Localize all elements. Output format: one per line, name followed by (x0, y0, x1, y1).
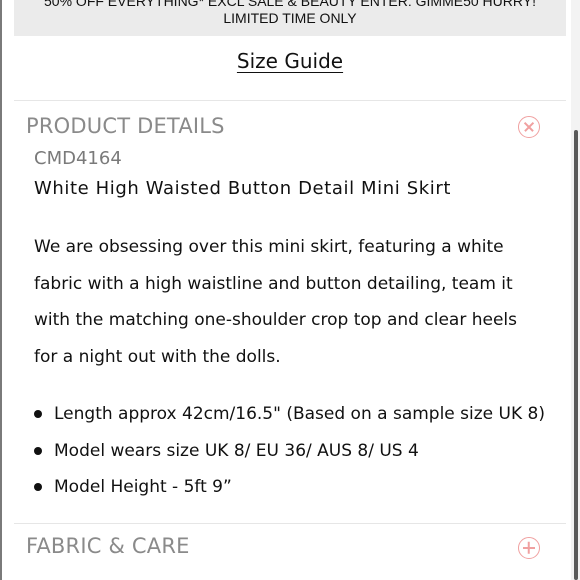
list-item: Model wears size UK 8/ EU 36/ AUS 8/ US … (34, 433, 545, 470)
bullet-text: Model Height - 5ft 9” (54, 477, 232, 497)
bullet-dot-icon (34, 446, 42, 455)
divider (14, 523, 566, 524)
list-item: Length approx 42cm/16.5" (Based on a sam… (34, 396, 545, 433)
product-bullet-list: Length approx 42cm/16.5" (Based on a sam… (34, 396, 545, 506)
divider (14, 100, 566, 101)
size-guide-link[interactable]: Size Guide (237, 49, 343, 73)
product-sku: CMD4164 (34, 148, 122, 169)
plus-icon[interactable] (518, 537, 540, 559)
bullet-dot-icon (34, 483, 42, 491)
bullet-text: Length approx 42cm/16.5" (Based on a sam… (54, 404, 545, 424)
bullet-dot-icon (34, 410, 42, 418)
promo-line-2: LIMITED TIME ONLY (223, 10, 357, 26)
product-details-title[interactable]: PRODUCT DETAILS (26, 114, 225, 138)
promo-banner[interactable]: 50% OFF EVERYTHING* EXCL SALE & BEAUTY E… (14, 0, 566, 36)
product-description: We are obsessing over this mini skirt, f… (34, 237, 517, 367)
promo-line-1: 50% OFF EVERYTHING* EXCL SALE & BEAUTY E… (44, 0, 536, 9)
product-name: White High Waisted Button Detail Mini Sk… (34, 178, 452, 199)
list-item: Model Height - 5ft 9” (34, 469, 545, 506)
size-guide-row: Size Guide (0, 49, 580, 73)
scrollbar-thumb[interactable] (574, 130, 578, 580)
bullet-text: Model wears size UK 8/ EU 36/ AUS 8/ US … (54, 440, 419, 461)
page: 50% OFF EVERYTHING* EXCL SALE & BEAUTY E… (0, 0, 580, 580)
fabric-care-title[interactable]: FABRIC & CARE (26, 534, 190, 558)
close-icon[interactable] (518, 116, 540, 138)
window-edge (0, 0, 2, 580)
